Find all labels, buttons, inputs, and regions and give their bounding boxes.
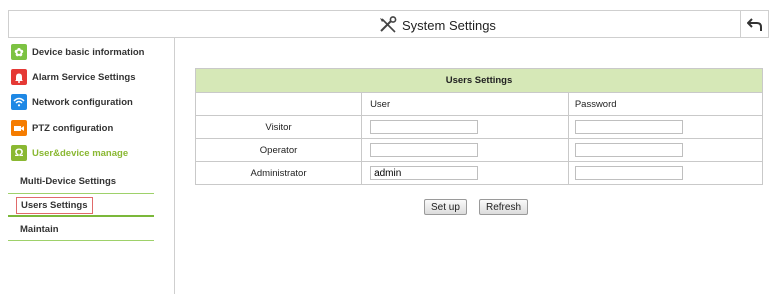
sidebar-item-user-device-manage[interactable]: Ω User&device manage	[8, 142, 158, 164]
sidebar-item-device-basic-information[interactable]: ✿ Device basic information	[8, 41, 158, 63]
divider	[8, 215, 154, 217]
user-icon: Ω	[11, 145, 27, 161]
camera-icon	[11, 120, 27, 136]
sidebar-item-network-configuration[interactable]: Network configuration	[8, 91, 158, 113]
table-header-row: User Password	[194, 92, 764, 116]
user-cell	[361, 138, 569, 162]
refresh-button[interactable]: Refresh	[479, 199, 529, 215]
visitor-user-input[interactable]	[370, 120, 479, 134]
sidebar-item-ptz-configuration[interactable]: PTZ configuration	[8, 117, 158, 139]
sidebar-subitem-multi-device-settings[interactable]: Multi-Device Settings	[8, 170, 154, 192]
column-header-user: User	[361, 92, 569, 116]
title-bar: System Settings	[8, 10, 769, 38]
back-arrow-icon	[746, 18, 762, 31]
sidebar-subitem-label: Maintain	[20, 223, 59, 235]
operator-password-input[interactable]	[574, 143, 683, 157]
bell-icon	[11, 69, 27, 85]
sidebar-item-label: User&device manage	[32, 147, 129, 159]
wifi-icon	[11, 94, 27, 110]
column-header-password: Password	[567, 92, 764, 116]
password-cell	[567, 161, 764, 185]
table-row: Administrator	[194, 161, 764, 185]
sidebar: ✿ Device basic information Alarm Service…	[8, 38, 175, 294]
user-cell	[361, 161, 569, 185]
table-row: Operator	[194, 138, 764, 162]
set-up-button[interactable]: Set up	[424, 199, 467, 215]
sidebar-subitem-label: Multi-Device Settings	[20, 175, 117, 187]
user-cell	[361, 115, 569, 139]
page-title-group: System Settings	[378, 15, 496, 35]
back-button[interactable]	[740, 11, 768, 37]
administrator-user-input[interactable]	[370, 166, 479, 180]
visitor-password-input[interactable]	[574, 120, 683, 134]
row-label-visitor: Visitor	[194, 115, 363, 139]
gear-icon: ✿	[11, 44, 27, 60]
sidebar-item-label: Alarm Service Settings	[32, 71, 136, 83]
operator-user-input[interactable]	[370, 143, 479, 157]
row-label-administrator: Administrator	[194, 161, 363, 185]
page-title: System Settings	[402, 17, 496, 33]
table-row: Visitor	[194, 115, 764, 139]
sidebar-item-label: Network configuration	[32, 96, 133, 108]
password-cell	[567, 138, 764, 162]
users-settings-table: Users Settings User Password Visitor Ope…	[194, 68, 764, 185]
sidebar-subitem-maintain[interactable]: Maintain	[8, 218, 154, 240]
sidebar-item-label: Device basic information	[32, 46, 145, 58]
divider	[8, 240, 154, 241]
table-title: Users Settings	[195, 68, 763, 93]
row-label-operator: Operator	[194, 138, 363, 162]
sidebar-subitem-label: Users Settings	[16, 196, 93, 214]
sidebar-item-label: PTZ configuration	[32, 122, 114, 134]
administrator-password-input[interactable]	[574, 166, 683, 180]
sidebar-subitem-users-settings[interactable]: Users Settings	[8, 194, 154, 216]
header-cell-empty	[194, 92, 363, 116]
tools-icon	[380, 16, 397, 33]
password-cell	[567, 115, 764, 139]
sidebar-item-alarm-service-settings[interactable]: Alarm Service Settings	[8, 66, 158, 88]
